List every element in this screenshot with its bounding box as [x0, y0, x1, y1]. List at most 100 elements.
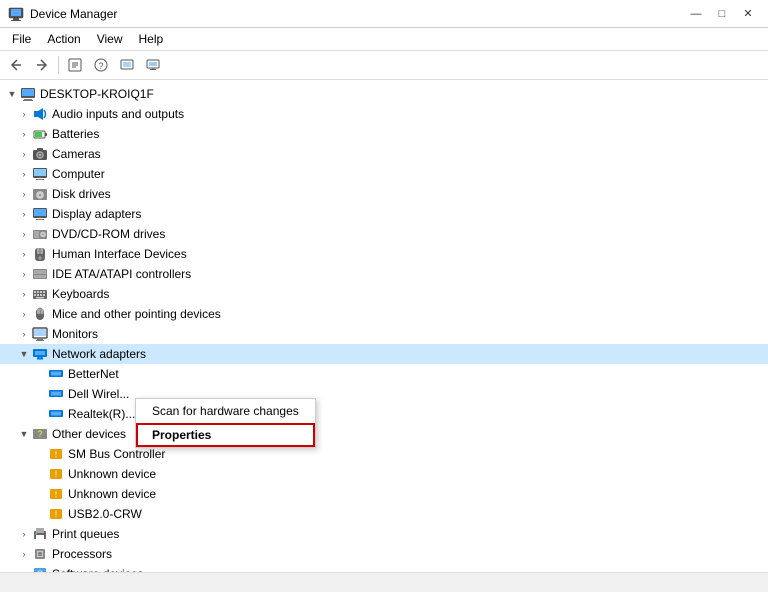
print-expand-icon: ›: [16, 526, 32, 542]
tree-root[interactable]: ▼ DESKTOP-KROIQ1F: [0, 84, 768, 104]
tree-item-unknown2[interactable]: ! Unknown device: [0, 484, 768, 504]
svg-text:?: ?: [98, 61, 103, 71]
device-tree[interactable]: ▼ DESKTOP-KROIQ1F › Audio inputs and out…: [0, 80, 768, 572]
dvd-label: DVD/CD-ROM drives: [52, 227, 165, 241]
processors-label: Processors: [52, 547, 112, 561]
status-bar: [0, 572, 768, 592]
dellwirel-icon: [48, 386, 64, 402]
usb2crw-icon: !: [48, 506, 64, 522]
print-label: Print queues: [52, 527, 119, 541]
processors-icon: [32, 546, 48, 562]
tree-item-network[interactable]: ▼ Network adapters: [0, 344, 768, 364]
tree-item-display[interactable]: › Display adapters: [0, 204, 768, 224]
context-menu: Scan for hardware changes Properties: [135, 398, 316, 448]
context-menu-scan[interactable]: Scan for hardware changes: [136, 399, 315, 423]
unknown2-icon: !: [48, 486, 64, 502]
cameras-icon: [32, 146, 48, 162]
tree-item-keyboards[interactable]: › Keyboards: [0, 284, 768, 304]
menu-view[interactable]: View: [89, 30, 131, 48]
smbus-label: SM Bus Controller: [68, 447, 165, 461]
close-button[interactable]: ✕: [736, 5, 760, 23]
usb2crw-label: USB2.0-CRW: [68, 507, 142, 521]
main-panel: ▼ DESKTOP-KROIQ1F › Audio inputs and out…: [0, 80, 768, 572]
tree-item-dvd[interactable]: › DVD/CD-ROM drives: [0, 224, 768, 244]
tree-item-hid[interactable]: › Human Interface Devices: [0, 244, 768, 264]
betternet-icon: [48, 366, 64, 382]
menu-help[interactable]: Help: [131, 30, 172, 48]
mice-expand-icon: ›: [16, 306, 32, 322]
svg-text:?: ?: [37, 429, 42, 439]
svg-text:!: !: [55, 450, 57, 459]
maximize-button[interactable]: □: [710, 5, 734, 23]
ide-label: IDE ATA/ATAPI controllers: [52, 267, 191, 281]
tree-item-cameras[interactable]: › Cameras: [0, 144, 768, 164]
computer-label: Computer: [52, 167, 105, 181]
disk-expand-icon: ›: [16, 186, 32, 202]
software-icon: S: [32, 566, 48, 572]
toolbar-sep-1: [58, 56, 59, 74]
dvd-icon: [32, 226, 48, 242]
svg-text:!: !: [55, 490, 57, 499]
processors-expand-icon: ›: [16, 546, 32, 562]
display-icon: [32, 206, 48, 222]
cameras-label: Cameras: [52, 147, 101, 161]
properties-button[interactable]: [63, 54, 87, 76]
unknown2-label: Unknown device: [68, 487, 156, 501]
other-icon: ?: [32, 426, 48, 442]
software-label: Software devices: [52, 567, 143, 572]
dellwirel-expand-icon: [32, 386, 48, 402]
tree-item-other[interactable]: ▼ ? Other devices: [0, 424, 768, 444]
unknown2-expand-icon: [32, 486, 48, 502]
computer2-icon: [32, 166, 48, 182]
software-expand-icon: ›: [16, 566, 32, 572]
menu-file[interactable]: File: [4, 30, 39, 48]
tree-item-mice[interactable]: › Mice and other pointing devices: [0, 304, 768, 324]
realtek-icon: [48, 406, 64, 422]
tree-item-monitors[interactable]: › Monitors: [0, 324, 768, 344]
tree-item-batteries[interactable]: › Batteries: [0, 124, 768, 144]
other-label: Other devices: [52, 427, 126, 441]
audio-expand-icon: ›: [16, 106, 32, 122]
tree-item-disk[interactable]: › Disk drives: [0, 184, 768, 204]
network-icon: [32, 346, 48, 362]
tree-item-betternet[interactable]: BetterNet: [0, 364, 768, 384]
unknown1-icon: !: [48, 466, 64, 482]
audio-icon: [32, 106, 48, 122]
dvd-expand-icon: ›: [16, 226, 32, 242]
hid-icon: [32, 246, 48, 262]
realtek-label: Realtek(R)...: [68, 407, 135, 421]
tree-item-audio[interactable]: › Audio inputs and outputs: [0, 104, 768, 124]
unknown1-label: Unknown device: [68, 467, 156, 481]
tree-item-ide[interactable]: › IDE ATA/ATAPI controllers: [0, 264, 768, 284]
tree-item-smbus[interactable]: ! SM Bus Controller: [0, 444, 768, 464]
tree-item-print[interactable]: › Print queues: [0, 524, 768, 544]
svg-text:!: !: [55, 510, 57, 519]
keyboards-label: Keyboards: [52, 287, 109, 301]
tree-item-computer[interactable]: › Computer: [0, 164, 768, 184]
tree-item-usb2crw[interactable]: ! USB2.0-CRW: [0, 504, 768, 524]
forward-button[interactable]: [30, 54, 54, 76]
realtek-expand-icon: [32, 406, 48, 422]
title-bar: Device Manager — □ ✕: [0, 0, 768, 28]
tree-item-realtek[interactable]: Realtek(R)...: [0, 404, 768, 424]
scan-button[interactable]: [115, 54, 139, 76]
batteries-label: Batteries: [52, 127, 99, 141]
tree-item-software[interactable]: › S Software devices: [0, 564, 768, 572]
tree-item-processors[interactable]: › Processors: [0, 544, 768, 564]
monitors-icon: [32, 326, 48, 342]
context-menu-properties[interactable]: Properties: [136, 423, 315, 447]
monitors-expand-icon: ›: [16, 326, 32, 342]
computer-icon: [20, 86, 36, 102]
other-expand-icon: ▼: [16, 426, 32, 442]
minimize-button[interactable]: —: [684, 5, 708, 23]
back-button[interactable]: [4, 54, 28, 76]
title-bar-controls: — □ ✕: [684, 5, 760, 23]
help-button[interactable]: ?: [89, 54, 113, 76]
tree-item-dellwirel[interactable]: Dell Wirel...: [0, 384, 768, 404]
tree-item-unknown1[interactable]: ! Unknown device: [0, 464, 768, 484]
device-manager-button[interactable]: [141, 54, 165, 76]
hid-expand-icon: ›: [16, 246, 32, 262]
cameras-expand-icon: ›: [16, 146, 32, 162]
menu-action[interactable]: Action: [39, 30, 88, 48]
title-text: Device Manager: [30, 7, 117, 21]
